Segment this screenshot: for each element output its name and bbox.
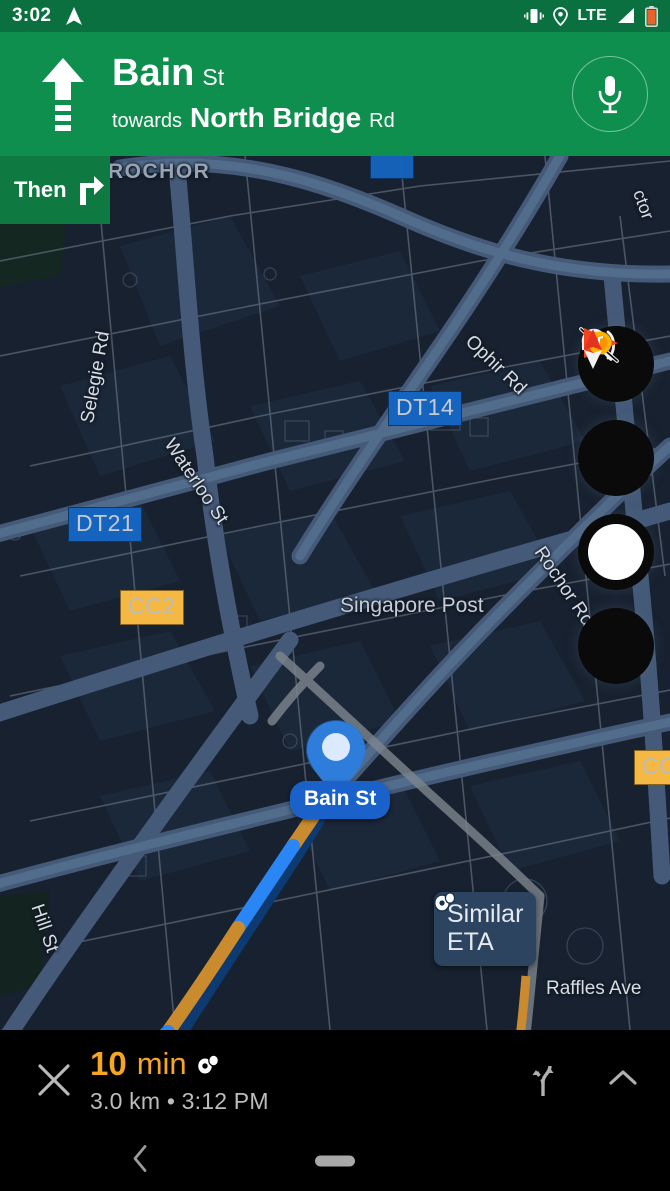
- transit-badge-dt21[interactable]: DT21: [68, 507, 143, 542]
- eta-callout-line2: ETA: [447, 928, 494, 956]
- position-street-chip[interactable]: Bain St: [290, 781, 391, 819]
- eta-callout-line2-row: ETA: [434, 892, 523, 956]
- vibrate-icon: [524, 9, 545, 23]
- straight-ahead-arrow-icon: [30, 56, 96, 132]
- play-music-icon: [584, 328, 644, 580]
- then-label: Then: [14, 177, 67, 202]
- system-navigation-bar: [0, 1130, 670, 1191]
- trip-status-sheet: 10 min 3.0 km • 3:12 PM: [0, 1030, 670, 1130]
- instruction-text-block: Bain St towards North Bridge Rd: [96, 51, 572, 135]
- navigation-screen: 3:02 LTE Bain St towards North Bridge Rd…: [0, 0, 670, 1191]
- navigation-arrow-icon: [66, 7, 83, 25]
- map-canvas[interactable]: ROCHOR Selegie Rd Waterloo St Ophir Rd R…: [0, 156, 670, 1030]
- signal-icon: [618, 8, 634, 23]
- chevron-up-icon: [609, 1069, 637, 1085]
- turn-right-arrow-icon: [79, 176, 104, 205]
- trip-details: 3.0 km • 3:12 PM: [90, 1088, 269, 1114]
- eta-row: 10 min: [90, 1045, 526, 1083]
- traffic-light-icon: [196, 1053, 219, 1075]
- status-bar-right: LTE: [524, 5, 658, 27]
- sheet-action-buttons: [526, 1058, 644, 1103]
- towards-road-name: North Bridge: [190, 102, 362, 134]
- transit-badge-cc[interactable]: CC: [634, 750, 670, 785]
- mute-button[interactable]: [578, 327, 654, 496]
- network-type-label: LTE: [577, 7, 607, 24]
- location-icon: [553, 6, 569, 26]
- home-gesture-pill[interactable]: [315, 1155, 355, 1166]
- then-maneuver-banner: Then: [0, 156, 110, 224]
- transit-badge-partial-top[interactable]: [370, 156, 414, 179]
- expand-sheet-button[interactable]: [608, 1068, 638, 1093]
- transit-badge-cc2[interactable]: CC2: [120, 590, 184, 625]
- map-vector-layer: [0, 156, 670, 1030]
- towards-road-line: towards North Bridge Rd: [112, 102, 572, 134]
- status-clock: 3:02: [12, 5, 52, 26]
- navigation-instruction-header: Bain St towards North Bridge Rd: [0, 32, 670, 156]
- traffic-light-icon: [434, 892, 456, 912]
- similar-eta-callout[interactable]: Similar ETA: [434, 892, 537, 966]
- voice-search-button[interactable]: [572, 56, 648, 132]
- close-icon: [38, 1064, 70, 1096]
- back-chevron-icon: [133, 1144, 147, 1172]
- towards-road-suffix: Rd: [369, 110, 395, 133]
- towards-word: towards: [112, 110, 183, 133]
- eta-duration-unit: min: [136, 1046, 187, 1081]
- primary-road-suffix: St: [202, 63, 225, 90]
- alternate-routes-icon: [532, 1065, 554, 1096]
- eta-callout-line1: Similar: [447, 900, 524, 928]
- battery-icon: [645, 5, 658, 27]
- status-bar-left: 3:02: [12, 5, 83, 27]
- compass-icon: [584, 329, 602, 369]
- system-back-button[interactable]: [130, 1143, 150, 1178]
- eta-duration-value: 10: [90, 1045, 127, 1082]
- compass-button[interactable]: [578, 329, 654, 684]
- transit-badge-dt14[interactable]: DT14: [388, 391, 463, 426]
- primary-road-line: Bain St: [112, 51, 572, 94]
- media-button[interactable]: [578, 328, 654, 590]
- close-navigation-button[interactable]: [26, 1061, 82, 1099]
- alternate-routes-button[interactable]: [526, 1058, 560, 1103]
- trip-info-block[interactable]: 10 min 3.0 km • 3:12 PM: [82, 1045, 526, 1115]
- map-action-buttons: [578, 326, 654, 702]
- primary-road-name: Bain: [112, 51, 195, 94]
- status-bar: 3:02 LTE: [0, 0, 670, 32]
- mic-icon: [598, 76, 622, 114]
